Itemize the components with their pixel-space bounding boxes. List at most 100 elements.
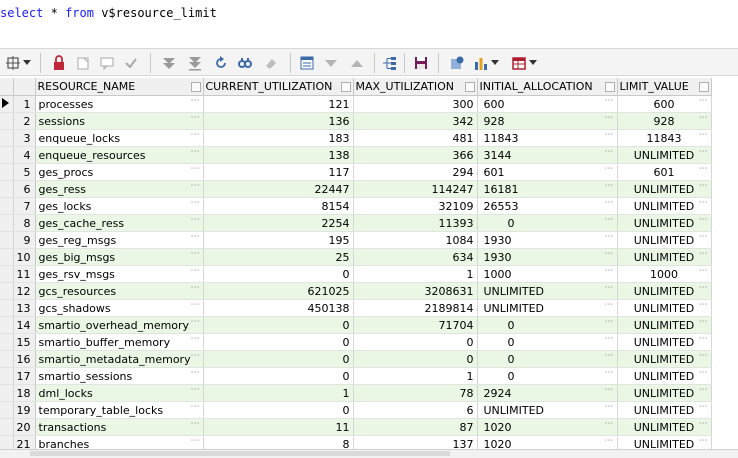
table-row[interactable]: 18 dml_locks ⋯ 1 78 2924 ⋯ UNLIMITED ⋯ <box>0 384 712 402</box>
cell-initial-allocation[interactable]: 600 ⋯ <box>477 95 618 113</box>
cell-initial-allocation[interactable]: 0 ⋯ <box>477 350 618 368</box>
cell-initial-allocation[interactable]: 601 ⋯ <box>477 163 618 181</box>
cell-limit-value[interactable]: UNLIMITED ⋯ <box>617 367 712 385</box>
cell-max-utilization[interactable]: 366 <box>353 146 478 164</box>
cell-limit-value[interactable]: 600 ⋯ <box>617 95 712 113</box>
table-row[interactable]: 20 transactions ⋯ 11 87 1020 ⋯ UNLIMITED ⋯ <box>0 418 712 436</box>
table-row[interactable]: 16 smartio_metadata_memory ⋯ 0 0 0 ⋯ UNLIMITED ⋯ <box>0 350 712 368</box>
cell-current-utilization[interactable]: 0 <box>203 316 354 334</box>
cell-limit-value[interactable]: UNLIMITED ⋯ <box>617 146 712 164</box>
table-row[interactable]: 7 ges_locks ⋯ 8154 32109 26553 ⋯ UNLIMITED ⋯ <box>0 197 712 215</box>
row-number[interactable]: 7 <box>13 197 36 215</box>
cell-limit-value[interactable]: UNLIMITED ⋯ <box>617 282 712 300</box>
row-marker[interactable] <box>0 197 14 215</box>
cell-resource-name[interactable]: smartio_overhead_memory ⋯ <box>35 316 204 334</box>
row-marker[interactable] <box>0 435 14 449</box>
row-number[interactable]: 1 <box>13 95 36 113</box>
cell-current-utilization[interactable]: 0 <box>203 401 354 419</box>
inspect-icon[interactable] <box>448 54 466 72</box>
row-number[interactable]: 18 <box>13 384 36 402</box>
cell-initial-allocation[interactable]: 0 ⋯ <box>477 316 618 334</box>
grid-icon[interactable] <box>510 54 528 72</box>
cell-resource-name[interactable]: processes ⋯ <box>35 95 204 113</box>
row-marker[interactable] <box>0 333 14 351</box>
sql-query[interactable]: select * from v$resource_limit <box>0 6 217 20</box>
row-marker[interactable] <box>0 265 14 283</box>
cell-resource-name[interactable]: enqueue_locks ⋯ <box>35 129 204 147</box>
sql-editor[interactable]: select * from v$resource_limit <box>0 0 738 40</box>
cell-current-utilization[interactable]: 8154 <box>203 197 354 215</box>
cell-max-utilization[interactable]: 0 <box>353 333 478 351</box>
cell-resource-name[interactable]: ges_rsv_msgs ⋯ <box>35 265 204 283</box>
grid-dropdown-icon[interactable] <box>528 54 538 72</box>
cell-initial-allocation[interactable]: 1930 ⋯ <box>477 231 618 249</box>
cell-resource-name[interactable]: enqueue_resources ⋯ <box>35 146 204 164</box>
row-number[interactable]: 8 <box>13 214 36 232</box>
table-row[interactable]: 1 processes ⋯ 121 300 600 ⋯ 600 ⋯ <box>0 95 712 113</box>
table-row[interactable]: 11 ges_rsv_msgs ⋯ 0 1 1000 ⋯ 1000 ⋯ <box>0 265 712 283</box>
cell-resource-name[interactable]: sessions ⋯ <box>35 112 204 130</box>
cell-current-utilization[interactable]: 0 <box>203 350 354 368</box>
row-number[interactable]: 19 <box>13 401 36 419</box>
row-number[interactable]: 16 <box>13 350 36 368</box>
cell-current-utilization[interactable]: 621025 <box>203 282 354 300</box>
cell-current-utilization[interactable]: 2254 <box>203 214 354 232</box>
cell-limit-value[interactable]: 601 ⋯ <box>617 163 712 181</box>
cell-max-utilization[interactable]: 1084 <box>353 231 478 249</box>
cell-resource-name[interactable]: ges_cache_ress ⋯ <box>35 214 204 232</box>
row-marker[interactable] <box>0 401 14 419</box>
cell-max-utilization[interactable]: 137 <box>353 435 478 449</box>
cell-initial-allocation[interactable]: 26553 ⋯ <box>477 197 618 215</box>
chart-dropdown-icon[interactable] <box>490 54 500 72</box>
row-marker[interactable] <box>0 299 14 317</box>
cell-resource-name[interactable]: temporary_table_locks ⋯ <box>35 401 204 419</box>
layout-icon[interactable] <box>4 54 22 72</box>
scrollbar-thumb[interactable] <box>30 451 450 456</box>
cell-initial-allocation[interactable]: 0 ⋯ <box>477 333 618 351</box>
cell-current-utilization[interactable]: 8 <box>203 435 354 449</box>
find-icon[interactable] <box>236 54 254 72</box>
cell-initial-allocation[interactable]: 3144 ⋯ <box>477 146 618 164</box>
cell-current-utilization[interactable]: 195 <box>203 231 354 249</box>
col-header-resource-name[interactable]: RESOURCE_NAME <box>35 78 204 96</box>
cell-initial-allocation[interactable]: 0 ⋯ <box>477 214 618 232</box>
move-down-icon[interactable] <box>160 54 178 72</box>
row-number[interactable]: 2 <box>13 112 36 130</box>
cell-max-utilization[interactable]: 3208631 <box>353 282 478 300</box>
cell-limit-value[interactable]: 1000 ⋯ <box>617 265 712 283</box>
cell-resource-name[interactable]: gcs_resources ⋯ <box>35 282 204 300</box>
cell-resource-name[interactable]: smartio_buffer_memory ⋯ <box>35 333 204 351</box>
col-header-max-utilization[interactable]: MAX_UTILIZATION <box>353 78 478 96</box>
cell-max-utilization[interactable]: 11393 <box>353 214 478 232</box>
cell-resource-name[interactable]: ges_ress ⋯ <box>35 180 204 198</box>
row-number[interactable]: 13 <box>13 299 36 317</box>
table-row[interactable]: 4 enqueue_resources ⋯ 138 366 3144 ⋯ UNLIMITED ⋯ <box>0 146 712 164</box>
chevron-down-icon[interactable] <box>22 54 32 72</box>
cell-max-utilization[interactable]: 114247 <box>353 180 478 198</box>
cell-max-utilization[interactable]: 78 <box>353 384 478 402</box>
row-marker[interactable] <box>0 248 14 266</box>
col-header-initial-allocation[interactable]: INITIAL_ALLOCATION <box>477 78 618 96</box>
cell-current-utilization[interactable]: 117 <box>203 163 354 181</box>
cell-limit-value[interactable]: UNLIMITED ⋯ <box>617 231 712 249</box>
cell-current-utilization[interactable]: 183 <box>203 129 354 147</box>
table-row[interactable]: 3 enqueue_locks ⋯ 183 481 11843 ⋯ 11843 ⋯ <box>0 129 712 147</box>
table-row[interactable]: 5 ges_procs ⋯ 117 294 601 ⋯ 601 ⋯ <box>0 163 712 181</box>
cell-initial-allocation[interactable]: 1000 ⋯ <box>477 265 618 283</box>
cell-resource-name[interactable]: branches ⋯ <box>35 435 204 449</box>
table-row[interactable]: 2 sessions ⋯ 136 342 928 ⋯ 928 ⋯ <box>0 112 712 130</box>
cell-resource-name[interactable]: dml_locks ⋯ <box>35 384 204 402</box>
cell-max-utilization[interactable]: 634 <box>353 248 478 266</box>
cell-limit-value[interactable]: UNLIMITED ⋯ <box>617 350 712 368</box>
cell-initial-allocation[interactable]: 2924 ⋯ <box>477 384 618 402</box>
cell-current-utilization[interactable]: 1 <box>203 384 354 402</box>
cell-initial-allocation[interactable]: 0 ⋯ <box>477 367 618 385</box>
row-number[interactable]: 17 <box>13 367 36 385</box>
row-marker[interactable] <box>0 316 14 334</box>
cell-limit-value[interactable]: UNLIMITED ⋯ <box>617 214 712 232</box>
cell-current-utilization[interactable]: 11 <box>203 418 354 436</box>
table-row[interactable]: 6 ges_ress ⋯ 22447 114247 16181 ⋯ UNLIMITED ⋯ <box>0 180 712 198</box>
cell-resource-name[interactable]: ges_reg_msgs ⋯ <box>35 231 204 249</box>
row-marker[interactable] <box>0 180 14 198</box>
cell-initial-allocation[interactable]: UNLIMITED ⋯ <box>477 401 618 419</box>
